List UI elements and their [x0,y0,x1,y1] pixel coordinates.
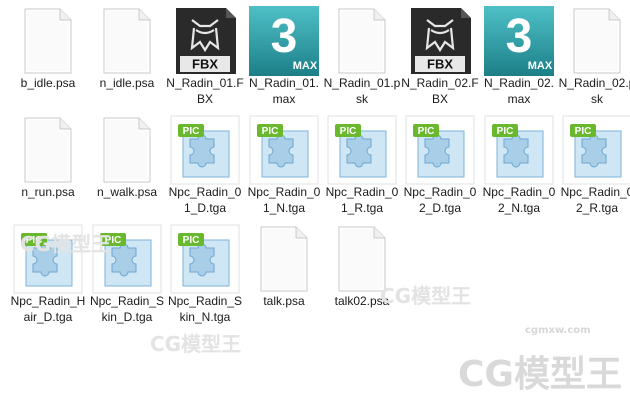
file-name: n_idle.psa [99,76,155,90]
watermark-url: cgmxw.com [525,325,591,336]
svg-text:MAX: MAX [293,60,318,72]
file-name: Npc_Radin_01_N.tga [247,185,321,215]
svg-text:MAX: MAX [528,60,553,72]
svg-text:3: 3 [271,10,298,63]
image-file-icon: PIC [249,115,319,185]
file-name: N_Radin_01.psk [323,76,401,106]
file-name: Npc_Radin_02_D.tga [403,185,477,215]
svg-text:3: 3 [506,10,533,63]
svg-text:PIC: PIC [497,126,514,137]
file-name: b_idle.psa [20,76,76,90]
file-name: talk.psa [263,294,305,308]
file-name: n_walk.psa [96,185,158,199]
image-file-icon: PIC [562,115,630,185]
file-name: N_Radin_02.psk [558,76,630,106]
svg-text:PIC: PIC [262,126,279,137]
watermark: CG模型王 [150,332,242,356]
blank-file-icon [92,115,162,185]
blank-file-icon [92,6,162,76]
fbx-file-icon: FBX [170,6,240,76]
svg-text:PIC: PIC [340,126,357,137]
blank-file-icon [13,6,83,76]
image-file-icon: PIC [170,224,240,294]
svg-text:PIC: PIC [575,126,592,137]
file-name: Npc_Radin_Skin_D.tga [89,294,165,324]
blank-file-icon [13,115,83,185]
svg-text:PIC: PIC [26,235,43,246]
blank-file-icon [327,6,397,76]
image-file-icon: PIC [484,115,554,185]
watermark-logo: CG模型王 [458,354,622,395]
image-file-icon: PIC [170,115,240,185]
svg-text:PIC: PIC [105,235,122,246]
svg-text:PIC: PIC [418,126,435,137]
image-file-icon: PIC [405,115,475,185]
3dsmax-file-icon: 3 MAX [484,6,554,76]
file-name: Npc_Radin_02_R.tga [560,185,630,215]
file-name: Npc_Radin_02_N.tga [482,185,556,215]
image-file-icon: PIC [92,224,162,294]
blank-file-icon [562,6,630,76]
blank-file-icon [249,224,319,294]
svg-text:PIC: PIC [183,126,200,137]
svg-text:PIC: PIC [183,235,200,246]
fbx-file-icon: FBX [405,6,475,76]
svg-text:FBX: FBX [427,57,453,72]
file-name: N_Radin_02.FBX [401,76,479,106]
file-name: Npc_Radin_Hair_D.tga [10,294,86,324]
svg-text:FBX: FBX [192,57,218,72]
file-name: Npc_Radin_01_R.tga [325,185,399,215]
file-name: Npc_Radin_Skin_N.tga [167,294,243,324]
file-name: talk02.psa [334,294,390,308]
3dsmax-file-icon: 3 MAX [249,6,319,76]
image-file-icon: PIC [13,224,83,294]
file-name: N_Radin_01.FBX [166,76,244,106]
file-name: n_run.psa [21,185,75,199]
image-file-icon: PIC [327,115,397,185]
file-name: N_Radin_02.max [483,76,555,106]
file-name: Npc_Radin_01_D.tga [168,185,242,215]
file-name: N_Radin_01.max [248,76,320,106]
blank-file-icon [327,224,397,294]
